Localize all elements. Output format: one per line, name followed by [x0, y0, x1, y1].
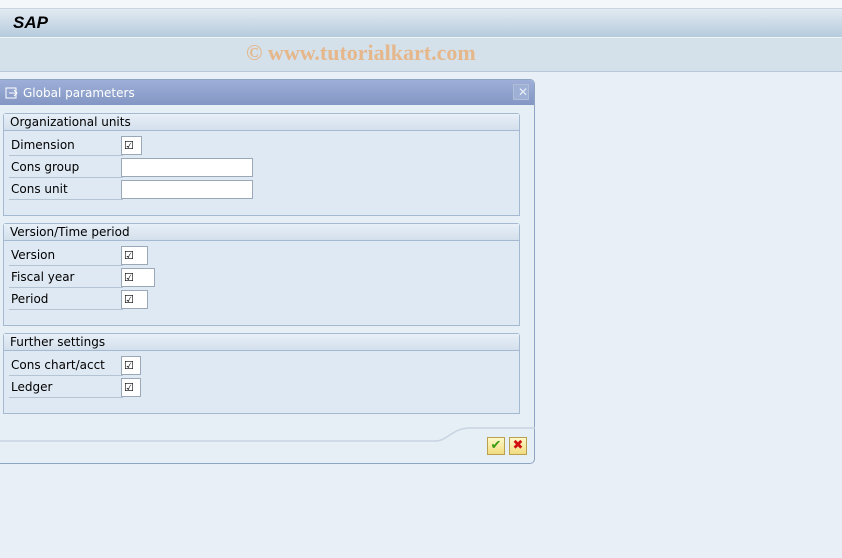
dimension-checkbox[interactable]: ☑ [121, 136, 142, 155]
field-label: Cons chart/acct [9, 356, 123, 376]
group-further-settings: Further settings Cons chart/acct ☑ Ledger… [3, 333, 520, 414]
close-button[interactable]: ✕ [513, 84, 529, 100]
field-label: Fiscal year [9, 268, 123, 288]
checkmark-icon: ✔ [490, 438, 502, 453]
group-organizational-units: Organizational units Dimension ☑ Cons gro… [3, 113, 520, 216]
close-icon: ✕ [518, 85, 529, 99]
field-cons-chart-acct: Cons chart/acct ☑ [9, 356, 269, 376]
fiscal-year-checkbox[interactable]: ☑ [121, 268, 155, 287]
field-label: Cons group [9, 158, 123, 178]
title-bar: SAP [0, 8, 842, 38]
version-checkbox[interactable]: ☑ [121, 246, 148, 265]
toolbar: © www.tutorialkart.com [0, 38, 842, 72]
field-cons-unit: Cons unit [9, 180, 269, 200]
field-label: Dimension [9, 136, 123, 156]
window-top [0, 0, 842, 8]
field-fiscal-year: Fiscal year ☑ [9, 268, 269, 288]
group-version-time-period: Version/Time period Version ☑ Fiscal year… [3, 223, 520, 326]
cancel-button[interactable]: ✖ [509, 437, 527, 455]
cons-chart-checkbox[interactable]: ☑ [121, 356, 141, 375]
dialog-title: Global parameters [23, 85, 135, 100]
confirm-button[interactable]: ✔ [487, 437, 505, 455]
cons-unit-input[interactable] [121, 180, 253, 199]
field-period: Period ☑ [9, 290, 269, 310]
dialog-icon [5, 87, 18, 98]
field-label: Period [9, 290, 123, 310]
period-checkbox[interactable]: ☑ [121, 290, 148, 309]
group-title: Further settings [4, 334, 519, 351]
app-title: SAP [13, 13, 48, 32]
group-title: Version/Time period [4, 224, 519, 241]
field-label: Ledger [9, 378, 123, 398]
field-version: Version ☑ [9, 246, 269, 266]
watermark: © www.tutorialkart.com [246, 40, 476, 65]
group-title: Organizational units [4, 114, 519, 131]
footer-divider [0, 427, 535, 442]
cons-group-input[interactable] [121, 158, 253, 177]
cancel-icon: ✖ [512, 438, 524, 453]
field-label: Version [9, 246, 123, 266]
field-label: Cons unit [9, 180, 123, 200]
global-parameters-dialog: Global parameters ✕ Organizational units… [0, 79, 535, 464]
field-dimension: Dimension ☑ [9, 136, 269, 156]
dialog-title-bar: Global parameters ✕ [0, 80, 534, 105]
ledger-checkbox[interactable]: ☑ [121, 378, 141, 397]
field-cons-group: Cons group [9, 158, 269, 178]
field-ledger: Ledger ☑ [9, 378, 269, 398]
